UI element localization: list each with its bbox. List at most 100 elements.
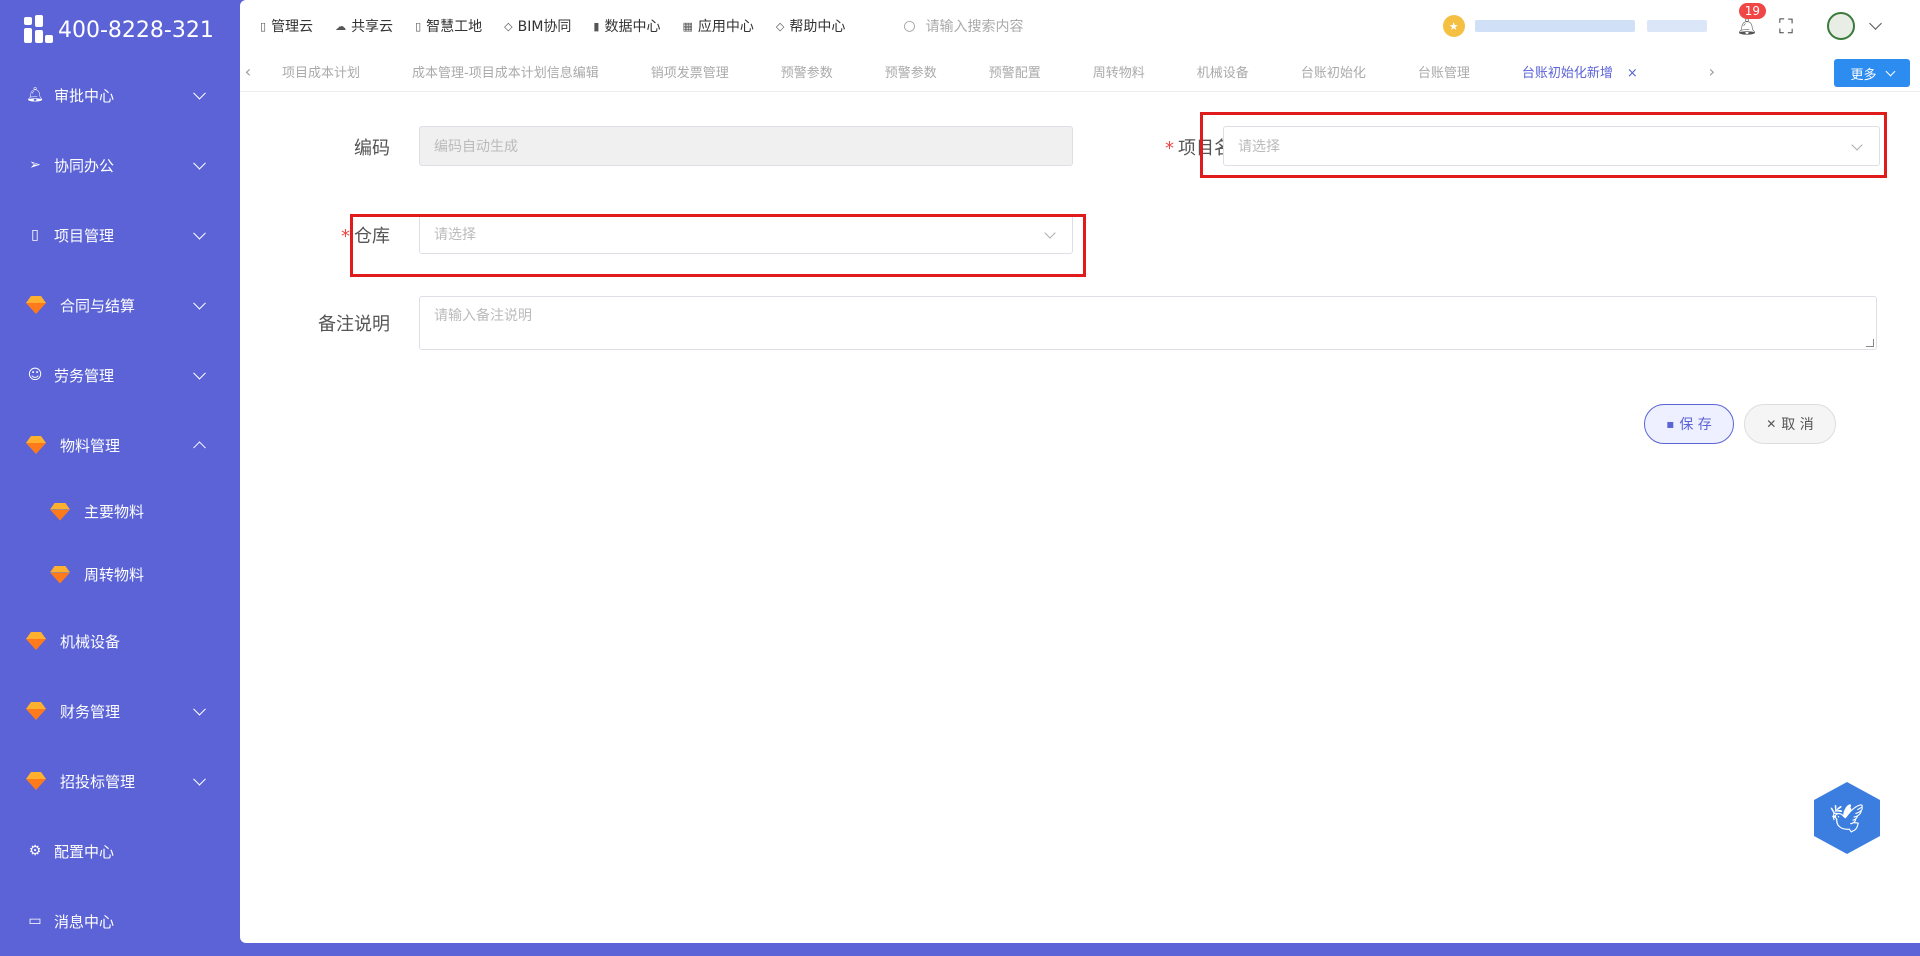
top-menu: ▯ 管理云 ☁ 共享云 ▯ 智慧工地 ◇ BIM协同 ▮ 数据中心 ▦ 应用中心 ◇ 帮助中心 <box>260 16 867 36</box>
sidebar-item-label: 主要物料 <box>84 503 145 521</box>
tab-item[interactable]: 项目成本计划 <box>256 62 386 81</box>
topmenu-item-manage-cloud[interactable]: ▯ 管理云 <box>260 16 313 36</box>
sidebar-item-material[interactable]: 物料管理 <box>0 410 240 480</box>
topmenu-label: BIM协同 <box>517 19 572 35</box>
sidebar-item-label: 财务管理 <box>60 702 121 721</box>
topmenu-item-bim[interactable]: ◇ BIM协同 <box>504 16 571 36</box>
tab-item[interactable]: 机械设备 <box>1171 62 1275 81</box>
diamond-icon: ◇ <box>775 19 785 33</box>
book-icon: ▯ <box>415 19 422 33</box>
remark-placeholder: 请输入备注说明 <box>434 308 532 324</box>
remark-textarea[interactable]: 请输入备注说明 <box>419 296 1877 350</box>
chevron-down-icon <box>193 296 206 310</box>
tab-item[interactable]: 预警参数 <box>859 62 963 81</box>
sidebar-item-config[interactable]: ⚙ 配置中心 <box>0 816 240 886</box>
cancel-button[interactable]: ✕ 取 消 <box>1744 404 1836 444</box>
file-icon: ▪ <box>1666 417 1675 431</box>
brand-phone: 400-8228-321 <box>58 17 214 43</box>
gem-icon <box>26 772 50 790</box>
code-placeholder: 编码自动生成 <box>434 139 518 155</box>
chevron-down-icon <box>1885 66 1895 76</box>
tab-bar: ‹ 项目成本计划 成本管理-项目成本计划信息编辑 销项发票管理 预警参数 预警参… <box>240 52 1920 92</box>
sidebar-item-main-material[interactable]: 主要物料 <box>0 480 240 543</box>
sidebar-item-labor[interactable]: ☺ 劳务管理 <box>0 340 240 410</box>
tab-item[interactable]: 成本管理-项目成本计划信息编辑 <box>386 62 625 81</box>
user-icon: ☺ <box>27 367 43 383</box>
topmenu-item-smart-site[interactable]: ▯ 智慧工地 <box>415 16 482 36</box>
sidebar: 400-8228-321 🔔︎ 审批中心 ➢ 协同办公 ▯ 项目管理 合同与结算… <box>0 0 240 943</box>
topmenu-item-share-cloud[interactable]: ☁ 共享云 <box>335 16 393 36</box>
sidebar-item-bidding[interactable]: 招投标管理 <box>0 746 240 816</box>
search-input[interactable]: 请输入搜索内容 <box>926 16 1024 36</box>
tab-scroll-left-icon[interactable]: ‹ <box>240 62 256 81</box>
required-mark: * <box>1165 138 1174 159</box>
sidebar-item-label: 合同与结算 <box>60 296 136 315</box>
required-mark: * <box>341 226 350 247</box>
tab-item[interactable]: 周转物料 <box>1067 62 1171 81</box>
tab-item[interactable]: 台账初始化 <box>1275 62 1392 81</box>
topmenu-label: 帮助中心 <box>789 19 846 35</box>
bell-icon: 🔔︎ <box>1736 16 1757 36</box>
global-search[interactable]: ○ 请输入搜索内容 <box>903 16 1023 36</box>
assistant-bird-icon[interactable]: 🕊︎ <box>1814 782 1880 854</box>
send-icon: ➢ <box>29 157 41 173</box>
gem-icon <box>26 296 50 314</box>
tab-item[interactable]: 预警配置 <box>963 62 1067 81</box>
cloud-icon: ☁ <box>335 19 347 33</box>
user-info-blurred <box>1474 20 1635 32</box>
topmenu-item-app-center[interactable]: ▦ 应用中心 <box>682 16 753 36</box>
sidebar-item-project[interactable]: ▯ 项目管理 <box>0 200 240 270</box>
bim-icon: ◇ <box>504 19 513 33</box>
tab-active[interactable]: 台账初始化新增 × <box>1496 62 1664 81</box>
resize-handle-icon[interactable] <box>1866 339 1874 347</box>
topmenu-item-help-center[interactable]: ◇ 帮助中心 <box>776 16 845 36</box>
code-label: 编码 <box>354 138 390 159</box>
tab-scroll-right-icon[interactable]: › <box>1704 62 1720 81</box>
avatar[interactable] <box>1827 12 1855 40</box>
message-icon: ▭ <box>28 913 42 929</box>
vip-icon: ★ <box>1442 15 1465 37</box>
tab-item[interactable]: 预警参数 <box>755 62 859 81</box>
logo-icon <box>24 15 54 45</box>
logo[interactable]: 400-8228-321 <box>0 0 240 60</box>
sidebar-item-label: 消息中心 <box>54 912 115 931</box>
sidebar-item-message[interactable]: ▭ 消息中心 <box>0 886 240 956</box>
sidebar-item-approval[interactable]: 🔔︎ 审批中心 <box>0 60 240 130</box>
sidebar-item-turnover-material[interactable]: 周转物料 <box>0 543 240 606</box>
close-icon[interactable]: × <box>1627 66 1638 81</box>
chevron-down-icon <box>193 702 206 716</box>
chevron-down-icon <box>193 156 206 170</box>
notification-button[interactable]: 🔔︎ 19 <box>1736 2 1766 36</box>
form-area: 编码 编码自动生成 * 项目名称 请选择 * 仓库 请选择 备注说明 请输入备注说明… <box>240 92 1920 892</box>
more-tabs-button[interactable]: 更多 <box>1834 59 1910 87</box>
topmenu-item-data-center[interactable]: ▮ 数据中心 <box>593 16 660 36</box>
save-button[interactable]: ▪ 保 存 <box>1644 404 1734 444</box>
main-panel: ▯ 管理云 ☁ 共享云 ▯ 智慧工地 ◇ BIM协同 ▮ 数据中心 ▦ 应用中心 ◇ 帮助中心… <box>240 0 1920 943</box>
close-icon: ✕ <box>1766 417 1777 431</box>
chevron-down-icon <box>193 86 206 100</box>
sidebar-item-label: 周转物料 <box>84 566 145 584</box>
top-right-tools: ★ 🔔︎ 19 ⛶ <box>1442 0 1882 52</box>
more-label: 更多 <box>1850 67 1877 83</box>
bar-chart-icon: ▮ <box>593 19 600 33</box>
gem-icon <box>26 632 50 650</box>
gem-icon <box>50 503 74 521</box>
document-icon: ▯ <box>260 19 267 33</box>
topmenu-label: 数据中心 <box>604 19 661 35</box>
highlight-box-project <box>1200 112 1887 178</box>
sidebar-item-collab[interactable]: ➢ 协同办公 <box>0 130 240 200</box>
sidebar-item-label: 招投标管理 <box>60 772 136 791</box>
topmenu-label: 管理云 <box>271 19 314 35</box>
sidebar-item-label: 物料管理 <box>60 436 121 455</box>
gear-icon: ⚙ <box>28 843 42 859</box>
gem-icon <box>26 702 50 720</box>
sidebar-item-machinery[interactable]: 机械设备 <box>0 606 240 676</box>
remark-label: 备注说明 <box>318 314 390 335</box>
sidebar-item-label: 劳务管理 <box>54 366 115 385</box>
tab-item[interactable]: 销项发票管理 <box>625 62 755 81</box>
chevron-down-icon[interactable] <box>1869 17 1882 30</box>
sidebar-item-finance[interactable]: 财务管理 <box>0 676 240 746</box>
fullscreen-icon[interactable]: ⛶ <box>1779 14 1793 38</box>
sidebar-item-contract[interactable]: 合同与结算 <box>0 270 240 340</box>
tab-item[interactable]: 台账管理 <box>1392 62 1496 81</box>
